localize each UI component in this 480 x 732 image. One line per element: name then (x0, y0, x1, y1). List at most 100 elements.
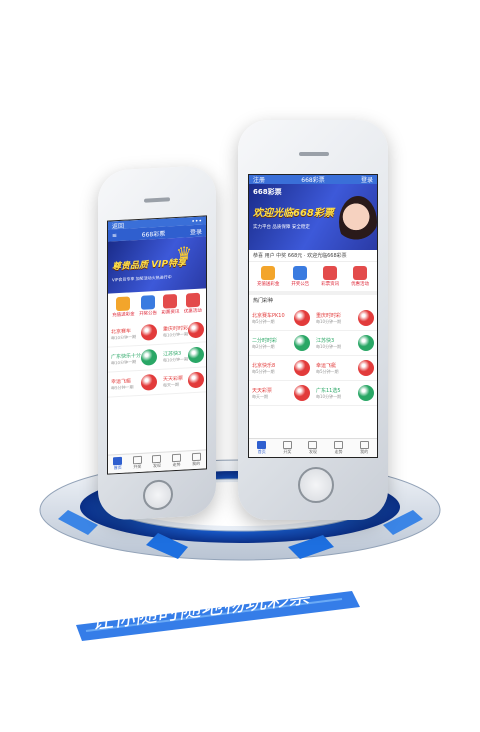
tab-label: 我的 (192, 460, 201, 467)
game-item[interactable]: 广东快乐十分 每10分钟一期 (108, 344, 161, 373)
game-text: 北京赛车 每10分钟一期 (111, 327, 136, 341)
game-text: 重庆时时彩 每10分钟一期 (316, 312, 341, 325)
tab-icon (257, 441, 267, 449)
logo: 668彩票 (253, 188, 282, 196)
banner[interactable]: 668彩票 欢迎光临668彩票 实力平台 品质保障 安全稳定 (249, 184, 377, 250)
speaker (144, 197, 170, 203)
crown-icon: ♛ (176, 243, 193, 266)
game-item[interactable]: 北京快乐8 每5分钟一期 (249, 356, 313, 381)
tab-item[interactable]: 走势 (334, 441, 344, 455)
tab-item[interactable]: 走势 (172, 453, 182, 468)
quick-icon-label: 彩票资讯 (161, 309, 180, 316)
game-item[interactable]: 北京赛车 每10分钟一期 (108, 319, 161, 348)
quick-icon-label: 开奖公告 (139, 310, 158, 317)
status-left[interactable]: 返回 (112, 220, 124, 230)
tab-label: 发现 (308, 449, 317, 454)
game-name: 江苏快3 (316, 337, 335, 344)
slogan-banner: 让你随时随地畅玩彩票 (76, 585, 360, 641)
tab-item[interactable]: 首页 (113, 456, 123, 471)
quick-icon-item[interactable]: 优惠活动 (183, 292, 202, 315)
category-icon (261, 266, 276, 280)
quick-icon-item[interactable]: 彩票资讯 (161, 293, 180, 316)
game-name: 重庆时时彩 (316, 312, 342, 319)
quick-icon-item[interactable]: 开奖公告 (139, 295, 157, 317)
speaker (299, 152, 329, 156)
menu-icon[interactable]: ≡ (112, 232, 117, 239)
quick-icon-item[interactable]: 充值送彩金 (257, 266, 279, 287)
tab-item[interactable]: 发现 (308, 441, 318, 455)
register-link[interactable]: 注册 (253, 175, 265, 184)
phone-back-screen: 返回 ••• ≡ 668彩票 登录 尊贵品质 VIP特享 VIP会员专享 加奖活… (107, 215, 207, 475)
tab-bar: 首页 开奖 发现 走势 我的 (249, 438, 377, 457)
game-ball-icon (141, 348, 158, 366)
game-item[interactable]: 天天彩票 每天一期 (249, 381, 313, 406)
quick-icon-item[interactable]: 开奖公告 (291, 266, 309, 287)
game-text: 北京赛车PK10 每5分钟一期 (252, 312, 285, 325)
game-grid: 北京赛车PK10 每5分钟一期 重庆时时彩 每10分钟一期 二分时时彩 每2分钟一期 江苏快… (249, 306, 377, 406)
game-period: 每10分钟一期 (111, 358, 137, 365)
game-ball-icon (141, 323, 158, 341)
game-item[interactable]: 重庆时时彩 每10分钟一期 (313, 306, 377, 331)
game-grid: 北京赛车 每10分钟一期 重庆时时彩 每10分钟一期 广东快乐十分 每10分钟一期 江苏快3… (108, 317, 207, 398)
quick-icon-item[interactable]: 彩票资讯 (321, 266, 339, 287)
game-period: 每10分钟一期 (316, 343, 342, 349)
tab-item[interactable]: 发现 (152, 454, 162, 469)
quick-icon-item[interactable]: 充值送彩金 (112, 296, 135, 318)
tab-label: 首页 (113, 464, 122, 471)
section-title: 热门彩种 (249, 291, 377, 306)
game-ball-icon (294, 385, 310, 401)
category-icon (116, 296, 131, 312)
game-name: 广东11选5 (316, 387, 341, 394)
tab-item[interactable]: 开奖 (282, 441, 292, 455)
model-image (339, 196, 377, 248)
game-item[interactable]: 北京赛车PK10 每5分钟一期 (249, 306, 313, 331)
game-period: 每10分钟一期 (163, 355, 189, 363)
tab-icon (282, 441, 292, 449)
game-item[interactable]: 重庆时时彩 每10分钟一期 (160, 317, 207, 345)
tab-label: 开奖 (133, 463, 142, 470)
quick-icon-label: 开奖公告 (291, 282, 310, 287)
game-ball-icon (188, 346, 205, 364)
game-name: 天天彩票 (252, 387, 273, 394)
notice-bar[interactable]: 恭喜 用户 中奖 668元 · 欢迎光临668彩票 (249, 250, 377, 262)
game-period: 每10分钟一期 (316, 318, 342, 324)
phone-front: 注册 668彩票 登录 668彩票 欢迎光临668彩票 实力平台 品质保障 安全… (238, 120, 388, 520)
tab-item[interactable]: 我的 (359, 441, 369, 455)
game-text: 二分时时彩 每2分钟一期 (252, 337, 277, 350)
game-item[interactable]: 江苏快3 每10分钟一期 (160, 342, 207, 370)
quick-icon-label: 优惠活动 (183, 308, 202, 315)
tab-label: 发现 (152, 462, 161, 469)
tab-label: 首页 (257, 449, 266, 454)
phone-back: 返回 ••• ≡ 668彩票 登录 尊贵品质 VIP特享 VIP会员专享 加奖活… (98, 164, 216, 522)
tab-item[interactable]: 开奖 (132, 455, 142, 470)
tab-item[interactable]: 我的 (191, 452, 201, 467)
game-period: 每5分钟一期 (111, 383, 134, 390)
tab-icon (359, 441, 369, 449)
login-link[interactable]: 登录 (361, 175, 373, 184)
game-ball-icon (294, 360, 310, 376)
tab-item[interactable]: 首页 (257, 441, 267, 455)
game-period: 每2分钟一期 (252, 343, 275, 349)
tab-icon (308, 441, 318, 449)
quick-icon-item[interactable]: 优惠活动 (351, 266, 369, 287)
game-item[interactable]: 幸运飞艇 每5分钟一期 (313, 356, 377, 381)
quick-icon-label: 优惠活动 (351, 282, 370, 287)
nav-title: 668彩票 (141, 230, 166, 239)
login-link[interactable]: 登录 (190, 226, 202, 236)
game-item[interactable]: 天天彩票 每天一期 (160, 367, 207, 395)
phone-front-screen: 注册 668彩票 登录 668彩票 欢迎光临668彩票 实力平台 品质保障 安全… (248, 174, 378, 458)
banner[interactable]: 尊贵品质 VIP特享 VIP会员专享 加奖活动火热进行中 ♛ (108, 236, 206, 294)
game-name: 幸运飞艇 (316, 362, 337, 369)
banner-title: 欢迎光临668彩票 (253, 208, 334, 219)
quick-icon-label: 彩票资讯 (321, 282, 340, 287)
game-name: 二分时时彩 (252, 337, 278, 344)
game-item[interactable]: 幸运飞艇 每5分钟一期 (108, 369, 161, 398)
game-item[interactable]: 二分时时彩 每2分钟一期 (249, 331, 313, 356)
game-text: 北京快乐8 每5分钟一期 (252, 362, 275, 375)
category-icon (323, 266, 338, 280)
game-item[interactable]: 江苏快3 每10分钟一期 (313, 331, 377, 356)
home-button[interactable] (143, 479, 173, 511)
game-text: 天天彩票 每天一期 (252, 387, 272, 400)
game-item[interactable]: 广东11选5 每10分钟一期 (313, 381, 377, 406)
home-button[interactable] (298, 467, 334, 503)
